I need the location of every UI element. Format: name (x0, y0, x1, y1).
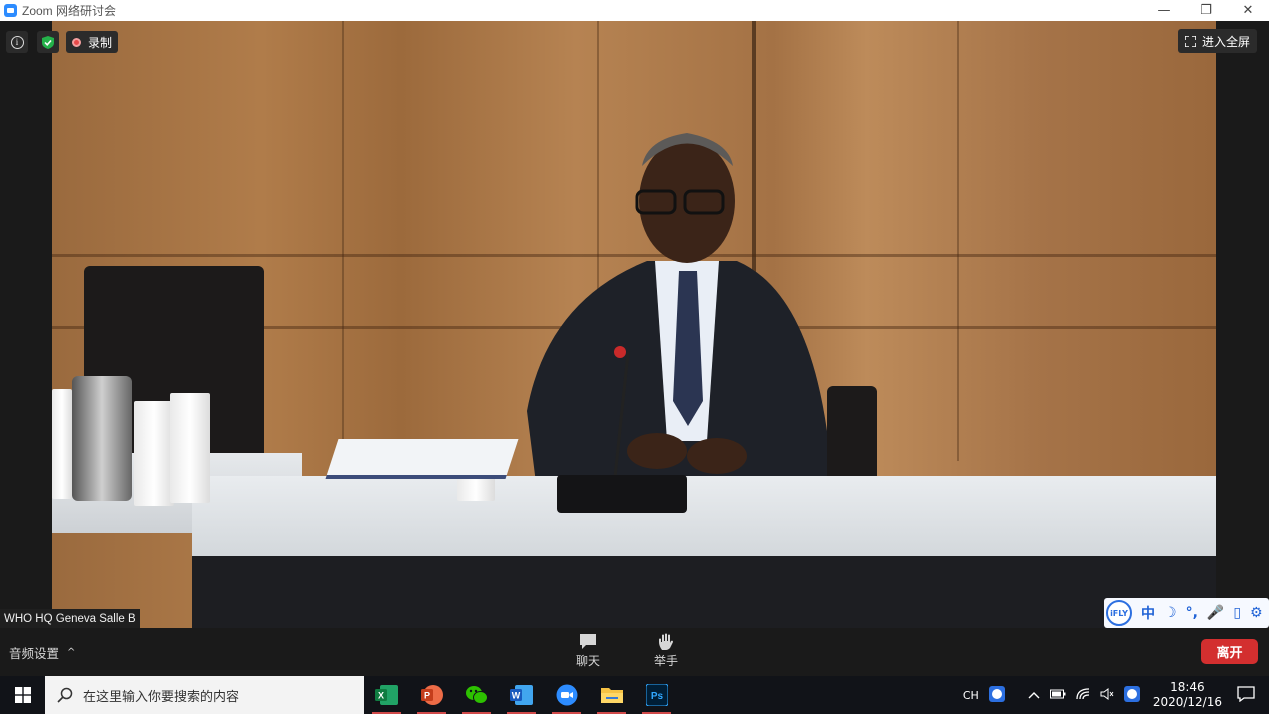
recording-indicator[interactable]: 录制 (66, 31, 119, 53)
chat-button[interactable]: 聊天 (576, 632, 600, 669)
clock-date: 2020/12/16 (1152, 695, 1222, 709)
raise-hand-button[interactable]: 举手 (654, 632, 678, 669)
enter-fullscreen-button[interactable]: 进入全屏 (1177, 29, 1257, 53)
speaker-video (52, 21, 1216, 628)
notification-center-icon[interactable] (1237, 685, 1255, 705)
meeting-controls-bar: 音频设置 ^ 聊天 举手 离开 (0, 628, 1269, 676)
search-placeholder: 在这里输入你要搜索的内容 (83, 689, 240, 705)
excel-taskbar-icon[interactable]: X (364, 676, 409, 714)
chat-icon (580, 634, 596, 649)
show-hidden-icons-chevron-icon[interactable] (1028, 689, 1040, 702)
word-taskbar-icon[interactable]: W (499, 676, 544, 714)
system-tray: CH 18:46 2020/12/16 (958, 676, 1269, 714)
ifly-settings-icon[interactable]: ⚙ (1250, 605, 1263, 621)
audio-settings-button[interactable]: 音频设置 ^ (9, 643, 75, 662)
ifly-punctuation-icon[interactable]: °, (1186, 605, 1198, 621)
restore-button[interactable]: ❐ (1185, 0, 1227, 21)
svg-text:W: W (511, 691, 520, 701)
battery-icon[interactable] (1049, 689, 1066, 702)
photoshop-taskbar-icon[interactable]: Ps (634, 676, 679, 714)
microphone-head (614, 346, 626, 358)
clock-time: 18:46 (1170, 680, 1205, 694)
windows-taskbar: 在这里输入你要搜索的内容 X P W Ps CH 18:46 2020/12/1… (0, 676, 1269, 714)
paper-cup (170, 393, 210, 503)
minimize-button[interactable]: — (1143, 0, 1185, 21)
window-titlebar: Zoom 网络研讨会 — ❐ ✕ (0, 0, 1269, 21)
system-clock[interactable]: 18:46 2020/12/16 (1153, 680, 1222, 710)
svg-text:P: P (423, 691, 429, 701)
papers (325, 439, 519, 479)
chevron-up-icon[interactable]: ^ (67, 647, 75, 658)
zoom-logo-icon (4, 4, 17, 17)
zoom-taskbar-icon[interactable] (544, 676, 589, 714)
file-explorer-taskbar-icon[interactable] (589, 676, 634, 714)
window-title: Zoom 网络研讨会 (22, 4, 117, 18)
security-shield-icon[interactable] (37, 31, 59, 53)
wall-panel-seam (957, 21, 959, 461)
recording-dot-icon (72, 37, 81, 47)
windows-start-button[interactable] (0, 676, 45, 714)
raise-hand-icon (659, 633, 673, 650)
close-button[interactable]: ✕ (1227, 0, 1269, 21)
ifly-tray-icon-2[interactable] (1123, 685, 1140, 705)
ifly-halfwidth-icon[interactable]: ☽ (1164, 605, 1177, 621)
ifly-logo-icon[interactable]: iFLY (1106, 600, 1132, 626)
meeting-info-icon[interactable]: i (6, 31, 28, 53)
powerpoint-taskbar-icon[interactable]: P (409, 676, 454, 714)
paper-cup (52, 389, 72, 499)
windows-logo-icon (14, 687, 31, 703)
ifly-chinese-mode-button[interactable]: 中 (1141, 603, 1155, 623)
taskbar-search-input[interactable]: 在这里输入你要搜索的内容 (45, 676, 364, 714)
meeting-area: i 录制 进入全屏 WHO HQ Geneva Salle B iFLY 中 ☽… (0, 21, 1269, 628)
svg-text:Ps: Ps (650, 691, 663, 702)
ifly-voice-input-icon[interactable]: 🎤 (1207, 605, 1224, 621)
fullscreen-label: 进入全屏 (1201, 34, 1250, 49)
conference-table-front (192, 556, 1216, 628)
svg-text:X: X (377, 691, 383, 701)
search-icon (57, 687, 73, 703)
speaker-figure (527, 133, 827, 491)
volume-muted-icon[interactable] (1100, 687, 1114, 703)
ime-indicator[interactable]: CH (963, 689, 979, 702)
wechat-taskbar-icon[interactable] (454, 676, 499, 714)
ifly-ime-toolbar: iFLY 中 ☽ °, 🎤 ▯ ⚙ (1104, 598, 1269, 628)
recording-label: 录制 (88, 35, 113, 50)
fullscreen-icon (1184, 35, 1196, 47)
microphone-base (557, 475, 687, 513)
participant-name-label: WHO HQ Geneva Salle B (0, 609, 140, 628)
leave-button[interactable]: 离开 (1201, 639, 1258, 664)
wall-panel-seam (342, 21, 344, 461)
audio-settings-label: 音频设置 (9, 646, 60, 661)
ifly-skin-icon[interactable]: ▯ (1233, 605, 1241, 621)
raise-hand-label: 举手 (654, 654, 679, 668)
wifi-icon[interactable] (1076, 687, 1090, 703)
chat-label: 聊天 (576, 654, 601, 668)
paper-cup (134, 401, 174, 506)
thermos (72, 376, 132, 501)
ifly-tray-icon[interactable] (988, 685, 1005, 705)
